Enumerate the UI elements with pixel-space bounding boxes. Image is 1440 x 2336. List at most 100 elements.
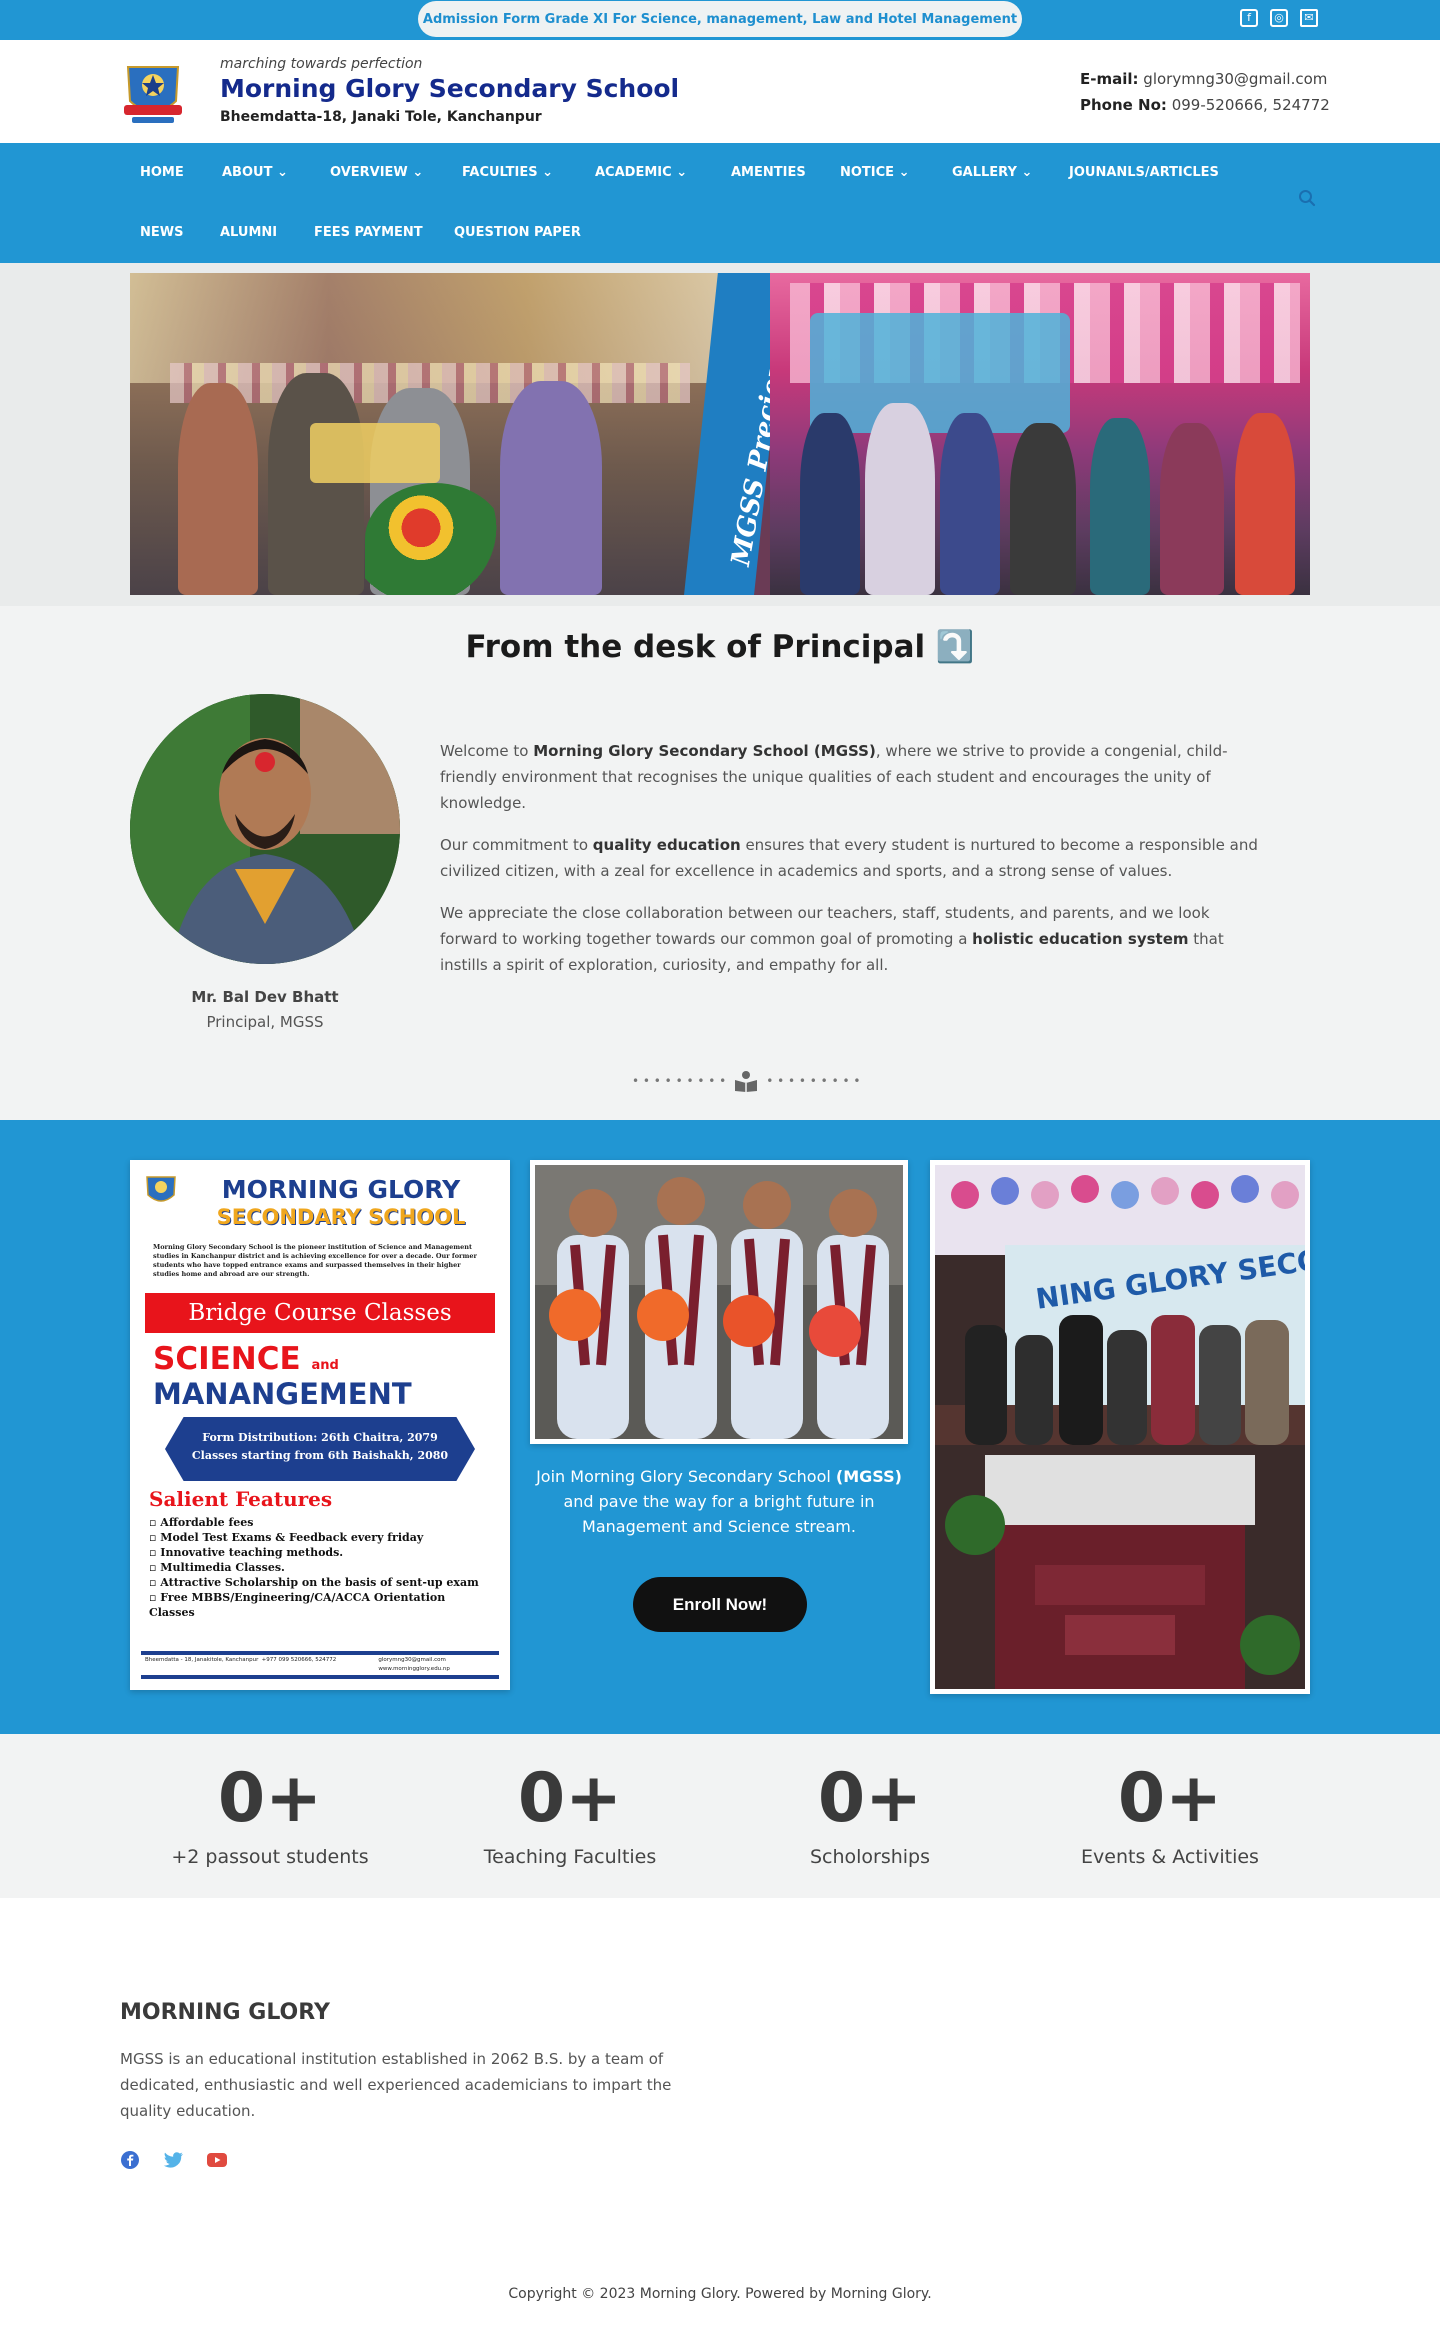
site-header: marching towards perfection Morning Glor…: [0, 40, 1440, 143]
stats-section: 0+ +2 passout students 0+ Teaching Facul…: [0, 1734, 1440, 1898]
principal-photo: [130, 694, 400, 964]
poster-feature-item: ▫ Multimedia Classes.: [149, 1561, 285, 1574]
enroll-now-button[interactable]: Enroll Now!: [633, 1577, 807, 1632]
mail-icon[interactable]: ✉: [1300, 9, 1318, 27]
twitter-icon[interactable]: [162, 2150, 184, 2170]
nav-alumni[interactable]: ALUMNI: [220, 225, 277, 240]
nav-home-label: HOME: [140, 165, 184, 180]
facebook-icon[interactable]: [120, 2150, 140, 2170]
stat-teaching-faculties: 0+ Teaching Faculties: [420, 1759, 720, 1869]
stat-label: Events & Activities: [1081, 1846, 1259, 1868]
facebook-icon[interactable]: f: [1240, 9, 1258, 27]
stat-number: 0+: [817, 1759, 923, 1838]
instagram-icon[interactable]: ◎: [1270, 9, 1288, 27]
poster-feature-item: ▫ Affordable fees: [149, 1516, 254, 1529]
nav-news-label: NEWS: [140, 225, 184, 240]
chevron-down-icon: ⌄: [898, 165, 910, 180]
stat-number: 0+: [217, 1759, 323, 1838]
students-image: [535, 1165, 903, 1439]
poster-footer-email: glorymng30@gmail.com www.morningglory.ed…: [378, 1657, 450, 1672]
poster-intro: Morning Glory Secondary School is the pi…: [153, 1243, 477, 1278]
footer-title: MORNING GLORY: [120, 2000, 330, 2025]
poster-dates-badge: Form Distribution: 26th Chaitra, 2079 Cl…: [165, 1417, 475, 1481]
stat-number: 0+: [1117, 1759, 1223, 1838]
poster-feature-item: ▫ Free MBBS/Engineering/CA/ACCA Orientat…: [149, 1591, 446, 1619]
hero-photo-guests: [130, 273, 725, 595]
school-tagline: marching towards perfection: [220, 56, 423, 72]
stat-number: 0+: [517, 1759, 623, 1838]
school-logo[interactable]: [120, 61, 186, 127]
bridge-course-poster[interactable]: MORNING GLORY SECONDARY SCHOOL Morning G…: [130, 1160, 510, 1690]
poster-feature-item: ▫ Innovative teaching methods.: [149, 1546, 344, 1559]
poster-footer-phone: +977 099 520666, 524772: [261, 1657, 337, 1663]
email-value[interactable]: glorymng30@gmail.com: [1143, 70, 1327, 88]
top-bar: Admission Form Grade XI For Science, man…: [0, 0, 1440, 40]
hero-section: MGSS Precious Moments: [0, 263, 1440, 606]
divider-dots-left: • • • • • • • • •: [632, 1074, 727, 1088]
chevron-down-icon: ⌄: [542, 165, 554, 180]
poster-feature-item: ▫ Attractive Scholarship on the basis of…: [149, 1576, 479, 1589]
chevron-down-icon: ⌄: [1021, 165, 1033, 180]
stat-label: Scholorships: [809, 1846, 931, 1868]
poster-banner: Bridge Course Classes: [145, 1293, 495, 1333]
top-social-icons: f ◎ ✉: [1240, 9, 1318, 27]
main-navigation: HOME ABOUT ⌄ OVERVIEW ⌄ FACULTIES ⌄ ACAD…: [0, 143, 1440, 263]
nav-alumni-label: ALUMNI: [220, 225, 278, 240]
nav-notice[interactable]: NOTICE ⌄: [840, 165, 910, 180]
footer-description: MGSS is an educational institution estab…: [120, 2050, 672, 2120]
nav-question-paper[interactable]: QUESTION PAPER: [454, 225, 581, 240]
divider-dots-right: • • • • • • • • •: [766, 1074, 861, 1088]
principal-name: Mr. Bal Dev Bhatt: [191, 988, 339, 1006]
poster-classes-start: Classes starting from 6th Baishakh, 2080: [191, 1449, 449, 1462]
search-icon[interactable]: [1298, 189, 1316, 207]
poster-science: SCIENCE and: [153, 1341, 339, 1377]
poster-form-distribution: Form Distribution: 26th Chaitra, 2079: [202, 1431, 438, 1444]
nav-journals-label: JOUNANLS/ARTICLES: [1069, 165, 1219, 180]
nav-overview-label: OVERVIEW: [330, 165, 408, 180]
poster-features-list: ▫ Affordable fees ▫ Model Test Exams & F…: [149, 1515, 494, 1620]
youtube-icon[interactable]: [206, 2150, 228, 2170]
principal-section: From the desk of Principal ⤵️ Mr. Bal De…: [0, 606, 1440, 1120]
poster-title-2: SECONDARY SCHOOL: [216, 1205, 466, 1229]
nav-overview[interactable]: OVERVIEW ⌄: [330, 165, 423, 180]
nav-fees-payment[interactable]: FEES PAYMENT: [314, 225, 423, 240]
chevron-down-icon: ⌄: [676, 165, 688, 180]
admission-announcement-link[interactable]: Admission Form Grade XI For Science, man…: [418, 1, 1022, 37]
awards-photo[interactable]: NING GLORY SECONDA: [930, 1160, 1391, 1694]
poster-logo: [146, 1176, 176, 1202]
section-divider: • • • • • • • • • • • • • • • • • •: [632, 1070, 860, 1092]
nav-faculties-label: FACULTIES: [462, 165, 538, 180]
nav-home[interactable]: HOME: [140, 165, 184, 180]
nav-news[interactable]: NEWS: [140, 225, 183, 240]
nav-gallery[interactable]: GALLERY ⌄: [952, 165, 1032, 180]
nav-about[interactable]: ABOUT ⌄: [222, 165, 288, 180]
school-name[interactable]: Morning Glory Secondary School: [220, 74, 679, 103]
poster-footer: Bheemdatta - 18, Janakitole, Kanchanpur …: [141, 1651, 499, 1679]
principal-heading: From the desk of Principal ⤵️: [465, 629, 975, 665]
nav-academic-label: ACADEMIC: [595, 165, 672, 180]
poster-management: MANANGEMENT: [153, 1377, 412, 1411]
stat-passout-students: 0+ +2 passout students: [120, 1759, 420, 1869]
nav-journals-articles[interactable]: JOUNANLS/ARTICLES: [1069, 165, 1219, 180]
stat-events-activities: 0+ Events & Activities: [1020, 1759, 1320, 1869]
nav-academic[interactable]: ACADEMIC ⌄: [595, 165, 687, 180]
principal-role: Principal, MGSS: [206, 1013, 324, 1031]
principal-paragraph-1: Welcome to Morning Glory Secondary Schoo…: [440, 742, 1228, 812]
copyright-text: Copyright © 2023 Morning Glory. Powered …: [508, 2286, 932, 2302]
email-label: E-mail:: [1080, 70, 1139, 88]
nav-faculties[interactable]: FACULTIES ⌄: [462, 165, 553, 180]
poster-title-1: MORNING GLORY: [221, 1175, 461, 1204]
poster-features-title: Salient Features: [149, 1487, 333, 1511]
nav-amenities[interactable]: AMENTIES: [731, 165, 806, 180]
principal-message: Welcome to Morning Glory Secondary Schoo…: [440, 738, 1260, 994]
promo-text: Join Morning Glory Secondary School (MGS…: [536, 1467, 902, 1536]
nav-question-label: QUESTION PAPER: [454, 225, 581, 240]
site-footer: MORNING GLORY MGSS is an educational ins…: [0, 1898, 1440, 2336]
chevron-down-icon: ⌄: [276, 165, 288, 180]
students-photo[interactable]: [530, 1160, 908, 1444]
principal-paragraph-3: We appreciate the close collaboration be…: [440, 904, 1224, 974]
hero-slider[interactable]: MGSS Precious Moments: [130, 273, 1310, 595]
chevron-down-icon: ⌄: [412, 165, 424, 180]
footer-social-icons: [120, 2150, 228, 2170]
principal-portrait: [130, 694, 400, 964]
